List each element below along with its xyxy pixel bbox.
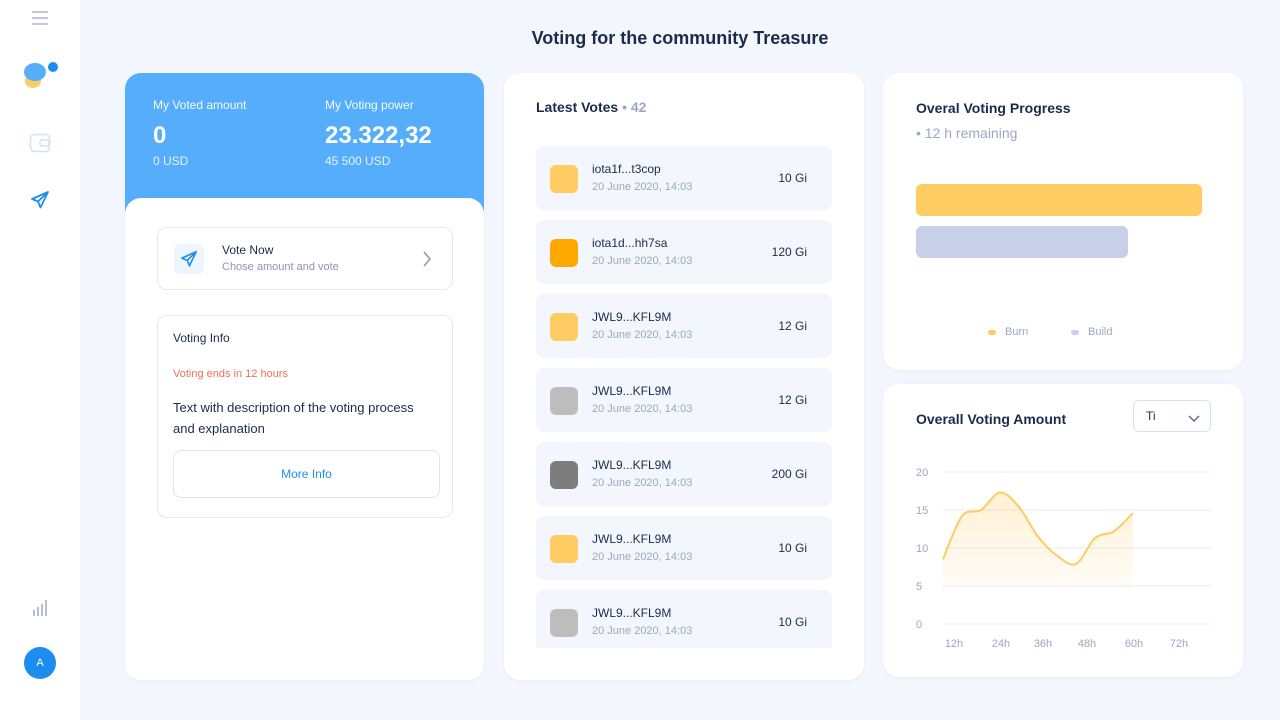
vote-amount: 12 Gi: [778, 393, 807, 407]
voter-avatar: [550, 535, 578, 563]
menu-icon[interactable]: [24, 2, 56, 34]
voting-power-stat: My Voting power 23.322,32 45 500 USD: [325, 98, 432, 168]
voting-amount-chart: 20 15 10 5 0 12h 24h 36h 48h 60h 72h: [916, 467, 1211, 650]
wallet-icon[interactable]: [24, 127, 56, 159]
latest-votes-count: • 42: [622, 99, 647, 115]
x-tick-label: 36h: [1034, 638, 1052, 650]
vote-date: 20 June 2020, 14:03: [592, 329, 693, 341]
vote-row[interactable]: JWL9...KFL9M 20 June 2020, 14:03 12 Gi: [536, 368, 832, 432]
vote-row[interactable]: iota1f...t3cop 20 June 2020, 14:03 10 Gi: [536, 146, 832, 210]
y-tick-label: 10: [916, 543, 928, 555]
legend-burn-label: Burn: [1005, 326, 1029, 338]
vote-now-title: Vote Now: [222, 243, 274, 257]
voting-power-value: 23.322,32: [325, 122, 432, 149]
votes-list[interactable]: iota1f...t3cop 20 June 2020, 14:03 10 Gi io…: [536, 146, 832, 648]
voting-power-usd: 45 500 USD: [325, 154, 391, 168]
legend-build-label: Build: [1088, 326, 1113, 338]
send-icon[interactable]: [24, 184, 56, 216]
voter-address: JWL9...KFL9M: [592, 532, 672, 546]
vote-row[interactable]: JWL9...KFL9M 20 June 2020, 14:03 10 Gi: [536, 516, 832, 580]
vote-date: 20 June 2020, 14:03: [592, 255, 693, 267]
legend-build: Build: [1071, 326, 1112, 338]
y-tick-label: 5: [916, 581, 922, 593]
vote-row[interactable]: JWL9...KFL9M 20 June 2020, 14:03 200 Gi: [536, 442, 832, 506]
vote-now-subtitle: Chose amount and vote: [222, 261, 339, 273]
build-bar: [916, 226, 1128, 258]
vote-date: 20 June 2020, 14:03: [592, 625, 693, 637]
voter-address: iota1d...hh7sa: [592, 236, 668, 250]
voted-amount-stat: My Voted amount 0 0 USD: [153, 98, 246, 168]
vote-amount: 12 Gi: [778, 319, 807, 333]
voter-address: JWL9...KFL9M: [592, 606, 672, 620]
chart-icon[interactable]: [24, 592, 56, 624]
vote-date: 20 June 2020, 14:03: [592, 551, 693, 563]
voter-avatar: [550, 387, 578, 415]
more-info-button[interactable]: More Info: [173, 450, 440, 498]
latest-votes-card: Latest Votes • 42 iota1f...t3cop 20 June …: [504, 73, 864, 680]
chevron-right-icon: [422, 250, 432, 273]
y-tick-label: 0: [916, 619, 922, 631]
voting-ends-warning: Voting ends in 12 hours: [173, 368, 288, 380]
latest-votes-title: Latest Votes • 42: [536, 99, 646, 115]
voter-avatar: [550, 239, 578, 267]
voter-avatar: [550, 313, 578, 341]
vote-row[interactable]: JWL9...KFL9M 20 June 2020, 14:03 12 Gi: [536, 294, 832, 358]
vote-amount: 10 Gi: [778, 541, 807, 555]
vote-amount: 120 Gi: [771, 245, 807, 259]
vote-row[interactable]: JWL9...KFL9M 20 June 2020, 14:03 10 Gi: [536, 590, 832, 648]
latest-votes-label: Latest Votes: [536, 99, 619, 115]
progress-title: Overal Voting Progress: [916, 100, 1071, 116]
x-tick-label: 48h: [1078, 638, 1096, 650]
voter-address: JWL9...KFL9M: [592, 310, 672, 324]
voter-avatar: [550, 461, 578, 489]
vote-panel: Vote Now Chose amount and vote Voting In…: [125, 198, 484, 680]
send-icon: [174, 244, 204, 274]
logo-icon: [22, 57, 58, 93]
voting-info-title: Voting Info: [173, 331, 230, 345]
vote-amount: 10 Gi: [778, 615, 807, 629]
avatar[interactable]: A: [24, 647, 56, 679]
voter-address: JWL9...KFL9M: [592, 384, 672, 398]
vote-row[interactable]: iota1d...hh7sa 20 June 2020, 14:03 120 Gi: [536, 220, 832, 284]
page-title: Voting for the community Treasure: [531, 28, 829, 48]
sidebar: A: [0, 0, 80, 720]
x-tick-label: 24h: [992, 638, 1010, 650]
voting-progress-card: Overal Voting Progress • 12 h remaining …: [883, 73, 1243, 370]
vote-date: 20 June 2020, 14:03: [592, 477, 693, 489]
voted-amount-value: 0: [153, 122, 167, 149]
voting-description: Text with description of the voting proc…: [173, 400, 414, 436]
x-tick-label: 60h: [1125, 638, 1143, 650]
y-tick-label: 20: [916, 467, 928, 479]
voting-info-box: Voting Info Voting ends in 12 hours Text…: [157, 315, 453, 518]
x-tick-label: 72h: [1170, 638, 1188, 650]
voted-amount-usd: 0 USD: [153, 154, 189, 168]
legend-burn: Burn: [988, 326, 1028, 338]
vote-date: 20 June 2020, 14:03: [592, 181, 693, 193]
progress-remaining: • 12 h remaining: [916, 125, 1018, 141]
burn-dot-icon: [988, 329, 996, 335]
voting-power-label: My Voting power: [325, 98, 414, 112]
voted-amount-label: My Voted amount: [153, 98, 247, 112]
y-tick-label: 15: [916, 505, 928, 517]
voter-address: iota1f...t3cop: [592, 162, 661, 176]
my-vote-card: My Voted amount 0 0 USD My Voting power …: [125, 73, 484, 680]
vote-amount: 10 Gi: [778, 171, 807, 185]
build-dot-icon: [1071, 329, 1079, 335]
vote-now-button[interactable]: Vote Now Chose amount and vote: [157, 227, 453, 290]
voting-amount-card: Overall Voting Amount Ti 20 15 10 5 0 12h 24h 3…: [883, 384, 1243, 677]
area-fill: [943, 492, 1133, 588]
voter-address: JWL9...KFL9M: [592, 458, 672, 472]
vote-amount: 200 Gi: [771, 467, 807, 481]
voter-avatar: [550, 609, 578, 637]
vote-date: 20 June 2020, 14:03: [592, 403, 693, 415]
voter-avatar: [550, 165, 578, 193]
x-tick-label: 12h: [945, 638, 963, 650]
burn-bar: [916, 184, 1202, 216]
